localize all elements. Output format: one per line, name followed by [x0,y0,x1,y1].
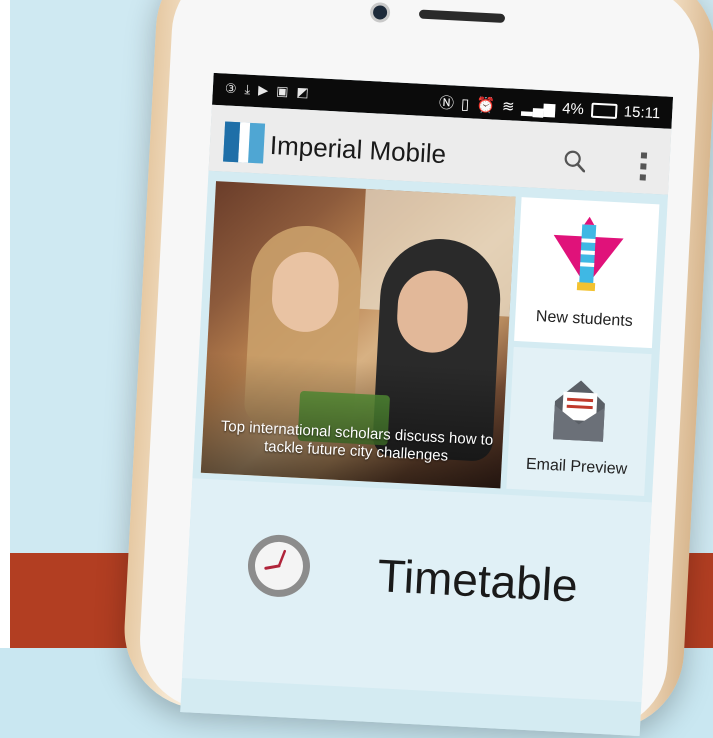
gallery-icon: ▣ [275,83,289,99]
battery-icon [590,102,618,119]
front-camera [372,5,388,20]
news-card[interactable]: Top international scholars discuss how t… [200,181,516,489]
vibrate-icon: ▯ [460,95,470,113]
phone-frame: ③ ⤓ ▶ ▣ ◩ Ⓝ ▯ ⏰ ≋ ▂▄▆ 4% 15:11 Imperial … [120,0,713,737]
download-icon: ⤓ [244,81,251,97]
signal-icon: ▂▄▆ [521,98,556,118]
timetable-label: Timetable [376,549,579,612]
home-content: Top international scholars discuss how t… [180,170,668,737]
notification-3-icon: ③ [224,80,237,97]
photo-icon: ◩ [296,84,310,100]
new-students-tile[interactable]: New students [514,197,660,349]
wifi-icon: ≋ [501,97,515,116]
play-store-icon: ▶ [257,82,269,98]
nfc-icon: Ⓝ [438,94,455,113]
app-title: Imperial Mobile [269,129,447,170]
status-time: 15:11 [623,103,661,123]
lighthouse-icon [553,216,624,292]
new-students-label: New students [535,308,634,331]
left-white-edge [0,0,10,648]
earpiece-speaker [418,9,506,23]
imperial-logo-icon [223,121,266,164]
email-preview-label: Email Preview [525,455,628,479]
status-left-icons: ③ ⤓ ▶ ▣ ◩ [224,80,310,100]
timetable-tile[interactable]: Timetable [181,478,652,703]
clock-icon [247,534,310,597]
phone-body: ③ ⤓ ▶ ▣ ◩ Ⓝ ▯ ⏰ ≋ ▂▄▆ 4% 15:11 Imperial … [136,0,703,737]
alarm-icon: ⏰ [475,96,496,115]
search-icon[interactable] [563,149,586,173]
phone-screen: ③ ⤓ ▶ ▣ ◩ Ⓝ ▯ ⏰ ≋ ▂▄▆ 4% 15:11 Imperial … [180,72,674,737]
battery-percent: 4% [561,100,585,119]
overflow-menu-icon[interactable] [639,151,649,181]
envelope-icon [552,380,605,442]
email-preview-tile[interactable]: Email Preview [506,346,652,496]
